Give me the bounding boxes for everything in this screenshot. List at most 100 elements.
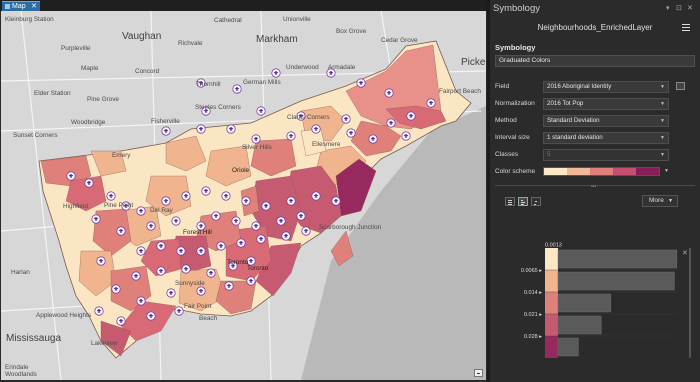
school-marker-icon[interactable] xyxy=(171,216,181,226)
school-marker-icon[interactable] xyxy=(66,171,76,181)
class-symbol-swatch[interactable] xyxy=(545,336,558,358)
break-value-label[interactable]: 0.0065 ▸ xyxy=(521,268,542,274)
field-select[interactable]: 2016 Aboriginal Identity ▼ xyxy=(543,81,669,93)
school-marker-icon[interactable] xyxy=(106,191,116,201)
scale-view-button[interactable] xyxy=(531,197,541,206)
school-marker-icon[interactable] xyxy=(281,231,291,241)
map-label: Lakeview xyxy=(91,340,118,347)
class-symbol-swatch[interactable] xyxy=(545,292,558,314)
school-marker-icon[interactable] xyxy=(426,98,436,108)
school-marker-icon[interactable] xyxy=(111,284,121,294)
school-marker-icon[interactable] xyxy=(221,191,231,201)
school-marker-icon[interactable] xyxy=(261,201,271,211)
school-marker-icon[interactable] xyxy=(384,88,394,98)
break-value-label[interactable]: 0.014 ▸ xyxy=(524,290,542,296)
school-marker-icon[interactable] xyxy=(256,234,266,244)
school-marker-icon[interactable] xyxy=(201,186,211,196)
school-marker-icon[interactable] xyxy=(406,111,416,121)
class-symbol-swatch[interactable] xyxy=(545,270,558,292)
school-marker-icon[interactable] xyxy=(246,276,256,286)
school-marker-icon[interactable] xyxy=(181,191,191,201)
school-marker-icon[interactable] xyxy=(386,118,396,128)
school-marker-icon[interactable] xyxy=(176,246,186,256)
list-view-button[interactable] xyxy=(505,197,515,206)
school-marker-icon[interactable] xyxy=(196,124,206,134)
school-marker-icon[interactable] xyxy=(116,316,126,326)
school-marker-icon[interactable] xyxy=(211,211,221,221)
expression-button[interactable] xyxy=(676,82,685,90)
normalization-label: Normalization xyxy=(495,100,535,107)
school-marker-icon[interactable] xyxy=(116,226,126,236)
map-view[interactable] xyxy=(1,11,486,380)
class-symbol-swatch[interactable] xyxy=(545,314,558,336)
school-marker-icon[interactable] xyxy=(146,221,156,231)
school-marker-icon[interactable] xyxy=(311,124,321,134)
break-value-label[interactable]: 0.021 ▸ xyxy=(524,312,542,318)
histogram-view-button[interactable] xyxy=(518,197,528,206)
school-marker-icon[interactable] xyxy=(94,306,104,316)
chevron-down-icon[interactable]: ▾ xyxy=(666,4,670,12)
school-marker-icon[interactable] xyxy=(368,134,378,144)
school-marker-icon[interactable] xyxy=(224,281,234,291)
tab-map[interactable]: Map ✕ xyxy=(2,1,40,11)
school-marker-icon[interactable] xyxy=(301,226,311,236)
grip-handle[interactable]: ••• xyxy=(591,184,596,190)
school-marker-icon[interactable] xyxy=(356,78,366,88)
school-marker-icon[interactable] xyxy=(286,196,296,206)
interval-size-select[interactable]: 1 standard deviation ▼ xyxy=(543,132,669,144)
class-symbol-swatch[interactable] xyxy=(545,248,558,270)
map-canvas[interactable]: Vaughan Markham Pickering Mississauga Kl… xyxy=(1,11,486,380)
school-marker-icon[interactable] xyxy=(401,131,411,141)
close-icon[interactable]: ✕ xyxy=(687,4,693,12)
method-select[interactable]: Standard Deviation ▼ xyxy=(543,115,669,127)
school-marker-icon[interactable] xyxy=(196,286,206,296)
school-marker-icon[interactable] xyxy=(196,246,206,256)
more-button[interactable]: More ▼ xyxy=(642,195,678,207)
school-marker-icon[interactable] xyxy=(161,126,171,136)
school-marker-icon[interactable] xyxy=(236,238,246,248)
school-marker-icon[interactable] xyxy=(156,266,166,276)
school-marker-icon[interactable] xyxy=(226,124,236,134)
school-marker-icon[interactable] xyxy=(131,271,141,281)
school-marker-icon[interactable] xyxy=(216,241,226,251)
color-scheme-select[interactable] xyxy=(543,167,660,176)
school-marker-icon[interactable] xyxy=(181,264,191,274)
school-marker-icon[interactable] xyxy=(156,241,166,251)
break-value-label[interactable]: 0.028 ▸ xyxy=(524,334,542,340)
renderer-select[interactable]: Graduated Colors xyxy=(495,55,695,67)
map-view-button[interactable] xyxy=(474,369,483,377)
school-marker-icon[interactable] xyxy=(276,216,286,226)
school-marker-icon[interactable] xyxy=(341,114,351,124)
school-marker-icon[interactable] xyxy=(96,256,106,266)
school-marker-icon[interactable] xyxy=(166,288,176,298)
school-marker-icon[interactable] xyxy=(232,84,242,94)
pin-icon[interactable]: ⊡ xyxy=(676,4,682,12)
chevron-down-icon[interactable]: ▼ xyxy=(664,168,669,174)
school-marker-icon[interactable] xyxy=(174,306,184,316)
school-marker-icon[interactable] xyxy=(251,221,261,231)
histogram[interactable]: 0.00130.0480.0065 ▸0.014 ▸0.021 ▸0.028 ▸ xyxy=(490,240,700,360)
school-marker-icon[interactable] xyxy=(256,106,266,116)
school-marker-icon[interactable] xyxy=(146,311,156,321)
school-marker-icon[interactable] xyxy=(346,128,356,138)
school-marker-icon[interactable] xyxy=(231,216,241,226)
school-marker-icon[interactable] xyxy=(136,296,146,306)
method-select-value: Standard Deviation xyxy=(547,117,600,124)
school-marker-icon[interactable] xyxy=(161,196,171,206)
menu-icon[interactable] xyxy=(682,24,690,31)
close-icon[interactable]: ✕ xyxy=(682,249,688,257)
school-marker-icon[interactable] xyxy=(136,206,146,216)
school-marker-icon[interactable] xyxy=(331,196,341,206)
school-marker-icon[interactable] xyxy=(206,268,216,278)
school-marker-icon[interactable] xyxy=(251,134,261,144)
school-marker-icon[interactable] xyxy=(241,196,251,206)
normalization-select[interactable]: 2016 Tot Pop ▼ xyxy=(543,98,669,110)
school-marker-icon[interactable] xyxy=(84,178,94,188)
school-marker-icon[interactable] xyxy=(91,214,101,224)
school-marker-icon[interactable] xyxy=(286,131,296,141)
school-marker-icon[interactable] xyxy=(311,191,321,201)
school-marker-icon[interactable] xyxy=(271,68,281,78)
school-marker-icon[interactable] xyxy=(296,211,306,221)
school-marker-icon[interactable] xyxy=(136,246,146,256)
map-label: Del Ray xyxy=(150,207,173,214)
